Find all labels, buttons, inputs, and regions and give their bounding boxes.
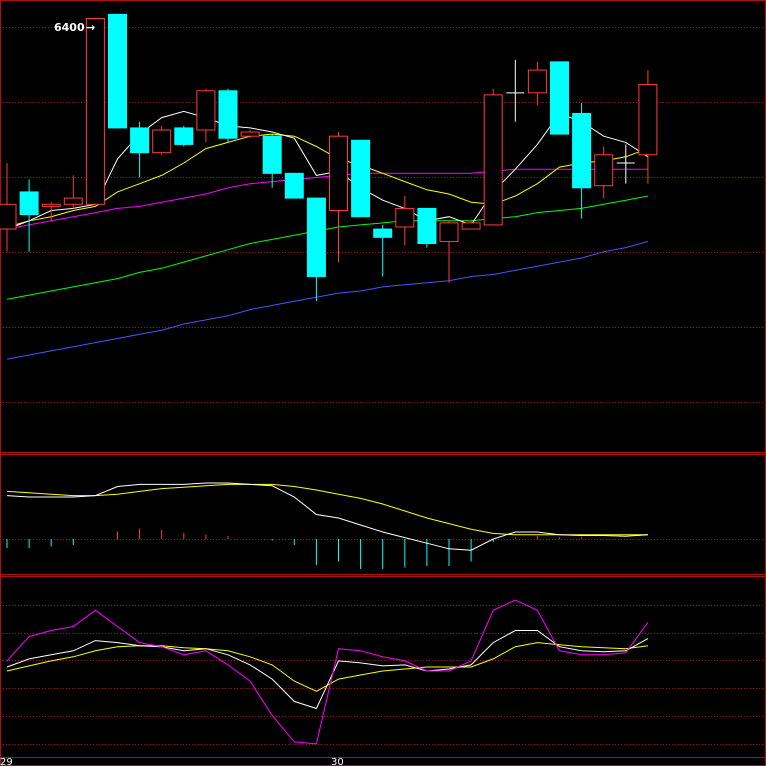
candle	[417, 207, 437, 248]
x-axis-label-30: 30	[331, 757, 344, 766]
macd-panel	[6, 482, 648, 569]
candle-body	[417, 207, 437, 245]
candle	[506, 59, 525, 122]
candle-body	[41, 203, 61, 207]
annotation-arrow: →	[86, 21, 95, 34]
candle-body	[240, 131, 260, 137]
candle	[174, 125, 194, 147]
candle-body	[0, 203, 17, 230]
candle	[196, 88, 216, 143]
candle	[395, 196, 415, 246]
candle	[262, 134, 282, 188]
candle-body	[527, 69, 547, 94]
candle-body	[284, 172, 304, 199]
candle	[550, 61, 569, 135]
candle-body	[329, 135, 348, 211]
candle-body	[351, 139, 371, 218]
candle-body	[395, 207, 415, 228]
candle-body	[108, 13, 127, 129]
candle	[63, 175, 83, 209]
candle	[19, 179, 39, 252]
candle	[572, 103, 592, 219]
candle-body	[373, 228, 393, 238]
candle	[329, 132, 348, 263]
candle	[284, 172, 304, 199]
candle	[130, 121, 150, 178]
candle-body	[638, 84, 658, 156]
candle-body	[196, 90, 216, 131]
candlestick-layer	[0, 13, 658, 302]
candle	[351, 139, 371, 218]
candle-body	[483, 94, 503, 226]
chart-canvas: 6400 → 29 30	[0, 0, 766, 766]
candle	[240, 129, 260, 139]
kdj-j-line	[6, 599, 649, 745]
candle-body	[262, 135, 282, 174]
candle	[594, 146, 614, 199]
ma60-line	[6, 240, 649, 360]
candle	[152, 125, 172, 155]
candle	[439, 220, 459, 283]
candle-body	[63, 197, 83, 205]
candle	[85, 18, 105, 205]
candle	[527, 61, 547, 106]
price-annotation: 6400	[54, 21, 85, 34]
candle	[638, 70, 658, 184]
candle	[306, 197, 326, 302]
candle-body	[174, 127, 194, 145]
candle-body	[594, 154, 614, 187]
candle	[108, 13, 127, 129]
candle-body	[19, 191, 39, 216]
candle	[373, 224, 393, 277]
candle	[218, 88, 238, 143]
stock-chart-window: 6400 → 29 30	[0, 0, 766, 766]
macd-dif-line	[6, 482, 648, 551]
candle-body	[130, 127, 150, 154]
candle-body	[218, 90, 238, 139]
candle	[616, 144, 635, 184]
candle-body	[85, 18, 105, 205]
candle-body	[439, 222, 459, 242]
candle-body	[306, 197, 326, 278]
candle-body	[550, 61, 569, 135]
candle	[483, 88, 503, 226]
candle-body	[572, 112, 592, 189]
candle-body	[461, 222, 481, 230]
kdj-panel	[6, 599, 649, 745]
candle-body	[152, 129, 172, 154]
x-axis-label-29: 29	[0, 757, 13, 766]
candle	[0, 163, 17, 252]
